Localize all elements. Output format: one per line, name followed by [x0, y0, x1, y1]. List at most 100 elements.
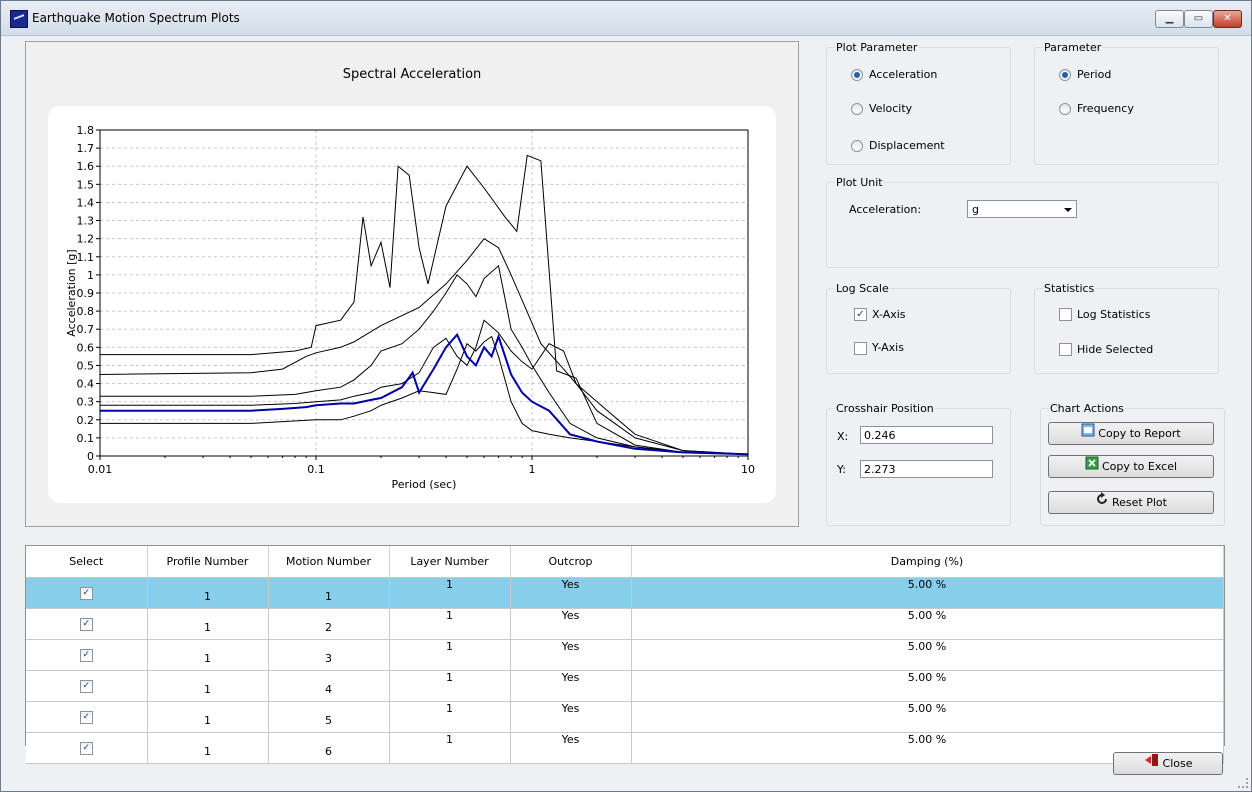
chart-actions-label: Chart Actions: [1049, 402, 1125, 415]
layer-number-cell: 1: [389, 670, 511, 702]
table-row[interactable]: ✓ 1 5 1 Yes 5.00 %: [26, 701, 1224, 733]
statistics-label: Statistics: [1043, 282, 1096, 295]
title-bar: Earthquake Motion Spectrum Plots ▁ ▭ ✕: [1, 1, 1251, 36]
plot-unit-label: Plot Unit: [835, 176, 884, 189]
profile-number-cell: 1: [147, 670, 269, 702]
copy-to-report-button[interactable]: Copy to Report: [1048, 422, 1214, 445]
x-tick-label: 0.1: [307, 463, 325, 476]
row-select-checkbox[interactable]: ✓: [79, 617, 93, 631]
outcrop-cell: Yes: [510, 701, 632, 733]
hide-selected-checkbox[interactable]: [1059, 343, 1072, 356]
profile-number-cell: 1: [147, 577, 269, 609]
log-scale-group: Log Scale: [826, 282, 1011, 374]
acceleration-radio[interactable]: [851, 69, 863, 81]
select-cell[interactable]: ✓: [26, 608, 148, 640]
table-row[interactable]: ✓ 1 2 1 Yes 5.00 %: [26, 608, 1224, 640]
layer-number-cell: 1: [389, 577, 511, 609]
y-tick-label: 0.6: [77, 341, 95, 354]
parameter-label: Parameter: [1043, 41, 1103, 54]
outcrop-cell: Yes: [510, 639, 632, 671]
log-statistics-checkbox[interactable]: [1059, 308, 1072, 321]
x-axis-checkbox[interactable]: ✓: [854, 308, 867, 321]
outcrop-cell: Yes: [510, 577, 632, 609]
maximize-button[interactable]: ▭: [1184, 10, 1213, 28]
row-select-checkbox[interactable]: ✓: [79, 586, 93, 600]
copy-to-excel-button[interactable]: Copy to Excel: [1048, 455, 1214, 478]
y-tick-label: 1.3: [77, 215, 95, 228]
table-row[interactable]: ✓ 1 1 1 Yes 5.00 %: [26, 577, 1224, 609]
period-label: Period: [1077, 68, 1112, 81]
select-cell[interactable]: ✓: [26, 670, 148, 702]
select-cell[interactable]: ✓: [26, 639, 148, 671]
crosshair-label: Crosshair Position: [835, 402, 935, 415]
y-tick-label: 1.5: [77, 178, 95, 191]
y-tick-label: 0.5: [77, 359, 95, 372]
crosshair-y-label: Y:: [837, 463, 846, 476]
table-row[interactable]: ✓ 1 3 1 Yes 5.00 %: [26, 639, 1224, 671]
header-select[interactable]: Select: [26, 546, 148, 578]
damping-cell: 5.00 %: [631, 701, 1224, 733]
table-row[interactable]: ✓ 1 4 1 Yes 5.00 %: [26, 670, 1224, 702]
y-tick-label: 0.2: [77, 414, 95, 427]
crosshair-x-label: X:: [837, 430, 849, 443]
table-row[interactable]: ✓ 1 6 1 Yes 5.00 %: [26, 732, 1224, 764]
row-select-checkbox[interactable]: ✓: [79, 710, 93, 724]
damping-cell: 5.00 %: [631, 577, 1224, 609]
y-tick-label: 1.1: [77, 251, 95, 264]
header-profile-number[interactable]: Profile Number: [147, 546, 269, 578]
row-select-checkbox[interactable]: ✓: [79, 679, 93, 693]
y-tick-label: 0: [87, 450, 94, 463]
x-tick-label: 0.01: [88, 463, 113, 476]
motion-number-cell: 5: [268, 701, 390, 733]
outcrop-cell: Yes: [510, 732, 632, 764]
damping-cell: 5.00 %: [631, 639, 1224, 671]
header-layer-number[interactable]: Layer Number: [389, 546, 511, 578]
statistics-group: Statistics: [1034, 282, 1219, 374]
crosshair-x-field[interactable]: 0.246: [860, 426, 993, 444]
unit-select-value: g: [972, 203, 979, 216]
velocity-radio[interactable]: [851, 103, 863, 115]
chart-panel: Spectral Acceleration 0 0.1 0.2 0.3 0.4 0.5 0.…: [25, 41, 799, 527]
motion-number-cell: 1: [268, 577, 390, 609]
minimize-button[interactable]: ▁: [1155, 10, 1184, 28]
select-cell[interactable]: ✓: [26, 577, 148, 609]
displacement-radio[interactable]: [851, 140, 863, 152]
motion-number-cell: 2: [268, 608, 390, 640]
excel-icon: [1085, 456, 1099, 478]
table-header-row: Select Profile Number Motion Number Laye…: [26, 546, 1224, 578]
motion-number-cell: 3: [268, 639, 390, 671]
x-axis-label: Period (sec): [392, 478, 457, 491]
refresh-icon: [1095, 492, 1109, 514]
frequency-radio[interactable]: [1059, 103, 1071, 115]
reset-plot-button[interactable]: Reset Plot: [1048, 491, 1214, 514]
x-tick-label: 10: [741, 463, 755, 476]
app-icon: [10, 10, 28, 28]
header-damping[interactable]: Damping (%): [631, 546, 1224, 578]
acceleration-label: Acceleration: [869, 68, 938, 81]
spectrum-chart[interactable]: 0 0.1 0.2 0.3 0.4 0.5 0.6 0.7 0.8 0.9 1 1.1 1.2 1.3 1.…: [48, 106, 776, 503]
select-cell[interactable]: ✓: [26, 701, 148, 733]
exit-icon: [1144, 753, 1160, 775]
header-motion-number[interactable]: Motion Number: [268, 546, 390, 578]
unit-select[interactable]: g: [967, 200, 1077, 218]
row-select-checkbox[interactable]: ✓: [79, 741, 93, 755]
chart-title: Spectral Acceleration: [342, 67, 482, 82]
header-outcrop[interactable]: Outcrop: [510, 546, 632, 578]
y-axis-checkbox[interactable]: [854, 342, 867, 355]
copy-to-report-label: Copy to Report: [1098, 427, 1181, 440]
damping-cell: 5.00 %: [631, 608, 1224, 640]
select-cell[interactable]: ✓: [26, 732, 148, 764]
close-button[interactable]: Close: [1113, 752, 1223, 775]
period-radio[interactable]: [1059, 69, 1071, 81]
report-icon: [1081, 423, 1095, 445]
crosshair-y-field[interactable]: 2.273: [860, 460, 993, 478]
x-tick-label: 1: [529, 463, 536, 476]
y-tick-label: 1.8: [77, 124, 95, 137]
close-window-button[interactable]: ✕: [1213, 10, 1242, 28]
layer-number-cell: 1: [389, 732, 511, 764]
x-axis-label: X-Axis: [872, 308, 906, 321]
y-tick-label: 1.7: [77, 142, 95, 155]
resize-grip[interactable]: [1238, 778, 1248, 788]
y-tick-label: 1.6: [77, 160, 95, 173]
row-select-checkbox[interactable]: ✓: [79, 648, 93, 662]
